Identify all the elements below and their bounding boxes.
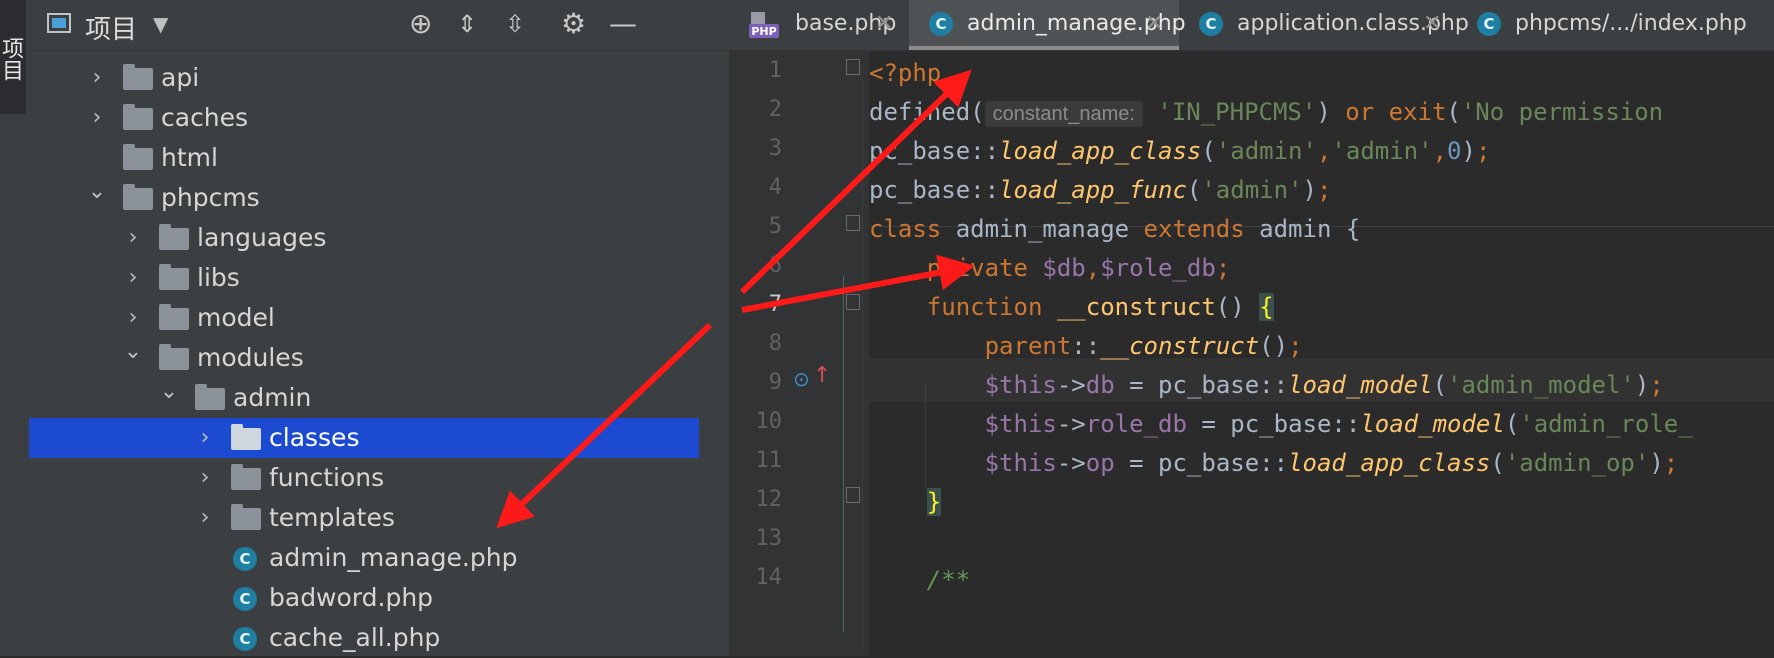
arrow-to-admin-manage-file — [496, 322, 713, 529]
annotation-arrows — [496, 69, 975, 529]
arrow-to-php-open — [739, 69, 972, 295]
arrow-to-class-decl — [741, 254, 975, 313]
